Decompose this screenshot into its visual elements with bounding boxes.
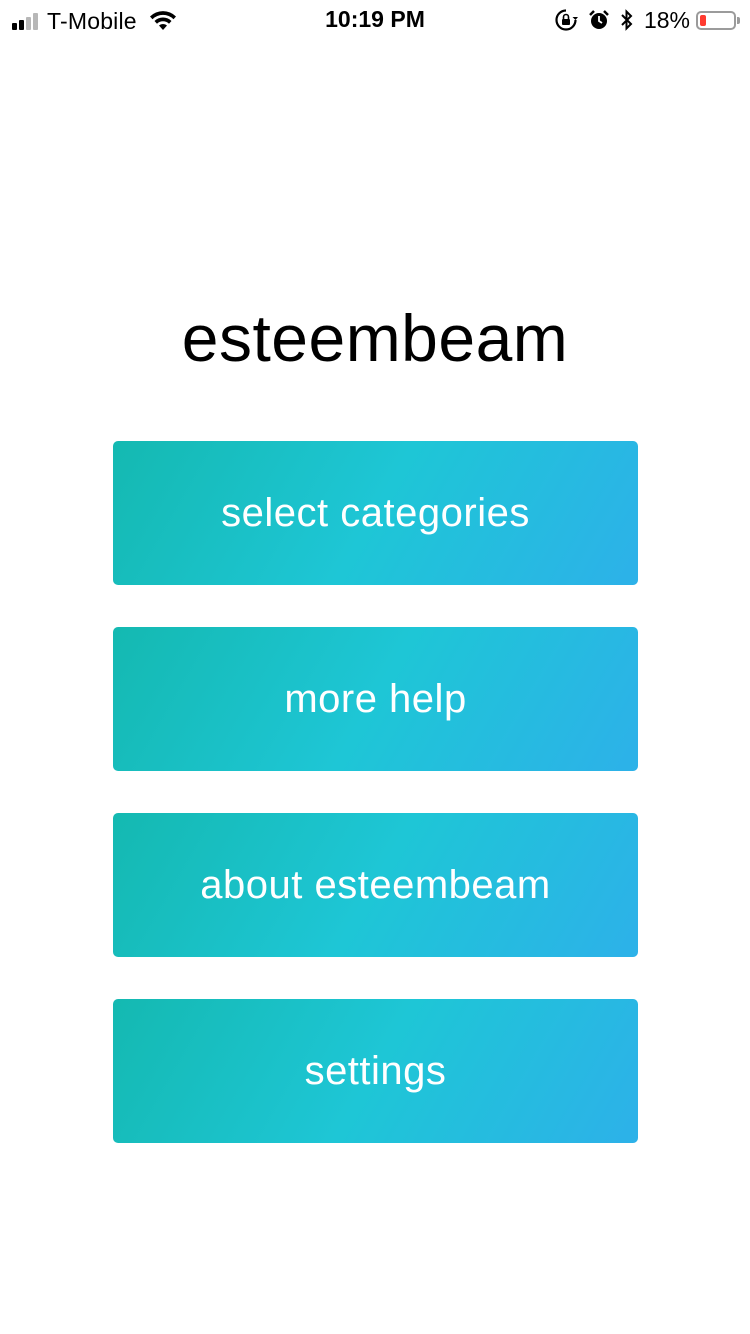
alarm-icon <box>589 10 609 29</box>
status-bar-right: 18% <box>554 6 740 33</box>
select-categories-button[interactable]: select categories <box>113 441 638 585</box>
battery-level-fill <box>700 14 706 26</box>
about-esteembeam-button[interactable]: about esteembeam <box>113 813 638 957</box>
status-bar: T-Mobile 10:19 PM 18% <box>0 0 750 40</box>
battery-icon <box>696 10 740 30</box>
bluetooth-icon <box>621 9 633 31</box>
battery-cap <box>737 16 740 24</box>
battery-percentage: 18% <box>643 6 690 33</box>
app-screen: T-Mobile 10:19 PM 18% esteembeam select … <box>0 0 750 1334</box>
app-title: esteembeam <box>181 301 569 375</box>
more-help-button[interactable]: more help <box>113 627 638 771</box>
orientation-lock-icon <box>555 9 578 31</box>
settings-button[interactable]: settings <box>113 999 638 1143</box>
